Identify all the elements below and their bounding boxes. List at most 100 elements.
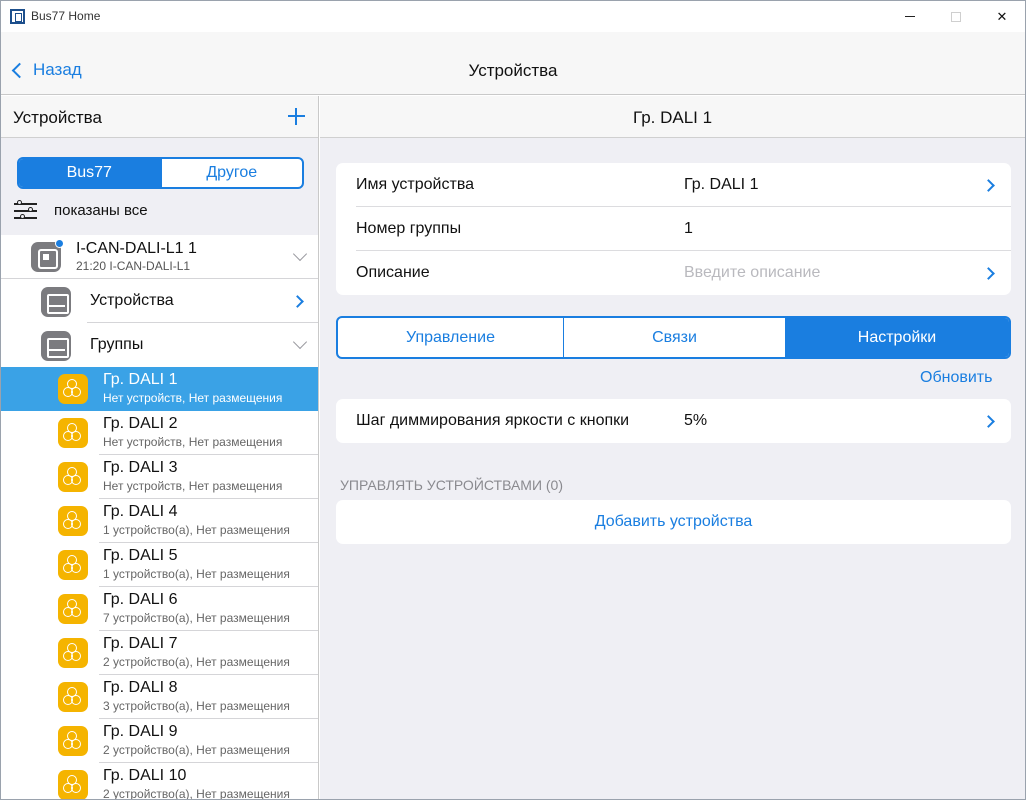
group-title: Гр. DALI 6 (103, 591, 178, 608)
tab-other[interactable]: Другое (159, 159, 303, 187)
device-list-header: Устройства (1, 96, 318, 138)
controller-subtitle: 21:20 I-CAN-DALI-L1 (76, 259, 191, 273)
group-title: Гр. DALI 2 (103, 415, 178, 432)
chevron-right-icon (982, 415, 995, 428)
group-subtitle: Нет устройств, Нет размещения (103, 435, 283, 449)
properties-card: Имя устройства Гр. DALI 1 Номер группы 1… (336, 163, 1011, 295)
dali-group-icon (58, 374, 88, 404)
group-subtitle: 1 устройство(а), Нет размещения (103, 523, 290, 537)
dali-group-icon (58, 418, 88, 448)
controller-title: I-CAN-DALI-L1 1 (76, 240, 197, 257)
dali-group-icon (58, 638, 88, 668)
group-subtitle: Нет устройств, Нет размещения (103, 479, 283, 493)
dimming-card: Шаг диммирования яркости с кнопки 5% (336, 399, 1011, 443)
filter-label: показаны все (54, 201, 148, 219)
group-subtitle: 7 устройство(а), Нет размещения (103, 611, 290, 625)
detail-title: Гр. DALI 1 (632, 108, 713, 127)
add-devices-row[interactable]: Добавить устройства (336, 500, 1011, 544)
chevron-down-icon[interactable] (292, 246, 308, 262)
group-list: Гр. DALI 1 Нет устройств, Нет размещения Г… (1, 367, 318, 800)
group-title: Гр. DALI 5 (103, 547, 178, 564)
tab-control[interactable]: Управление (338, 318, 563, 357)
group-subtitle: 2 устройство(а), Нет размещения (103, 787, 290, 800)
controller-row[interactable]: I-CAN-DALI-L1 1 21:20 I-CAN-DALI-L1 (1, 235, 318, 279)
chevron-right-icon (982, 267, 995, 280)
detail-header: Гр. DALI 1 (320, 96, 1025, 138)
chevron-down-icon[interactable] (292, 334, 308, 350)
maximize-icon (951, 11, 961, 22)
dimming-step-value: 5% (684, 412, 708, 429)
group-row[interactable]: Гр. DALI 8 3 устройство(а), Нет размещени… (1, 675, 318, 719)
maximize-button[interactable] (933, 1, 979, 32)
device-list-panel: Устройства Bus77 Другое показаны все I-C… (1, 96, 319, 800)
group-subtitle: 3 устройство(а), Нет размещения (103, 699, 290, 713)
app-logo-icon (10, 9, 25, 24)
group-row[interactable]: Гр. DALI 7 2 устройство(а), Нет размещени… (1, 631, 318, 675)
dali-group-icon (58, 506, 88, 536)
status-dot (55, 239, 64, 248)
minimize-button[interactable] (887, 1, 933, 32)
folder-row-groups[interactable]: Группы (1, 323, 318, 367)
chevron-right-icon (982, 179, 995, 192)
group-number-value: 1 (684, 220, 693, 237)
dali-group-icon (58, 726, 88, 756)
tab-bus77[interactable]: Bus77 (19, 159, 160, 187)
group-row[interactable]: Гр. DALI 9 2 устройство(а), Нет размещени… (1, 719, 318, 763)
group-title: Гр. DALI 1 (103, 371, 178, 388)
source-segmented-control: Bus77 Другое (17, 157, 304, 189)
tab-settings[interactable]: Настройки (785, 318, 1009, 357)
close-icon: ✕ (996, 8, 1008, 24)
group-row[interactable]: Гр. DALI 1 Нет устройств, Нет размещения (1, 367, 318, 411)
device-tree: I-CAN-DALI-L1 1 21:20 I-CAN-DALI-L1 Устр… (1, 235, 318, 800)
dali-group-icon (58, 770, 88, 799)
add-devices-button[interactable]: Добавить устройства (336, 513, 1011, 531)
group-row[interactable]: Гр. DALI 6 7 устройство(а), Нет размещени… (1, 587, 318, 631)
group-number-row: Номер группы 1 (336, 207, 1011, 251)
navigation-bar: Назад Устройства (1, 32, 1025, 95)
group-subtitle: 2 устройство(а), Нет размещения (103, 655, 290, 669)
window-title: Bus77 Home (31, 9, 101, 23)
dali-group-icon (58, 594, 88, 624)
group-subtitle: 2 устройство(а), Нет размещения (103, 743, 290, 757)
close-button[interactable]: ✕ (979, 1, 1025, 32)
refresh-button[interactable]: Обновить (920, 369, 992, 387)
group-row[interactable]: Гр. DALI 4 1 устройство(а), Нет размещени… (1, 499, 318, 543)
devices-folder-icon (41, 287, 71, 317)
add-devices-card: Добавить устройства (336, 500, 1011, 544)
device-list-title: Устройства (13, 108, 102, 127)
dali-group-icon (58, 682, 88, 712)
filter-icon (14, 200, 37, 220)
group-number-label: Номер группы (356, 220, 462, 237)
folder-row-devices[interactable]: Устройства (1, 279, 318, 323)
group-subtitle: 1 устройство(а), Нет размещения (103, 567, 290, 581)
device-name-label: Имя устройства (356, 176, 475, 193)
description-input[interactable]: Введите описание (684, 264, 820, 282)
group-subtitle: Нет устройств, Нет размещения (103, 391, 283, 405)
group-title: Гр. DALI 8 (103, 679, 178, 696)
group-title: Гр. DALI 7 (103, 635, 178, 652)
group-row[interactable]: Гр. DALI 5 1 устройство(а), Нет размещени… (1, 543, 318, 587)
page-title: Устройства (468, 61, 558, 80)
dimming-step-label: Шаг диммирования яркости с кнопки (356, 412, 630, 429)
description-row[interactable]: Описание Введите описание (336, 251, 1011, 295)
group-row[interactable]: Гр. DALI 10 2 устройство(а), Нет размещен… (1, 763, 318, 800)
group-row[interactable]: Гр. DALI 3 Нет устройств, Нет размещения (1, 455, 318, 499)
tab-links[interactable]: Связи (563, 318, 785, 357)
chevron-right-icon (291, 295, 304, 308)
detail-tabs: Управление Связи Настройки (336, 316, 1011, 359)
dali-group-icon (58, 550, 88, 580)
folder-label: Группы (90, 336, 144, 353)
group-row[interactable]: Гр. DALI 2 Нет устройств, Нет размещения (1, 411, 318, 455)
device-name-value: Гр. DALI 1 (684, 176, 759, 193)
device-name-row[interactable]: Имя устройства Гр. DALI 1 (336, 163, 1011, 207)
group-title: Гр. DALI 4 (103, 503, 178, 520)
group-title: Гр. DALI 10 (103, 767, 187, 784)
minimize-icon (905, 16, 915, 17)
add-device-icon[interactable] (288, 108, 305, 125)
filter-row[interactable]: показаны все (14, 200, 148, 220)
group-title: Гр. DALI 3 (103, 459, 178, 476)
app-window: Bus77 Home ✕ Назад Устройства Устройства… (0, 0, 1026, 800)
device-detail-panel: Гр. DALI 1 Имя устройства Гр. DALI 1 Ном… (320, 96, 1025, 799)
dimming-step-row[interactable]: Шаг диммирования яркости с кнопки 5% (336, 399, 1011, 443)
groups-folder-icon (41, 331, 71, 361)
